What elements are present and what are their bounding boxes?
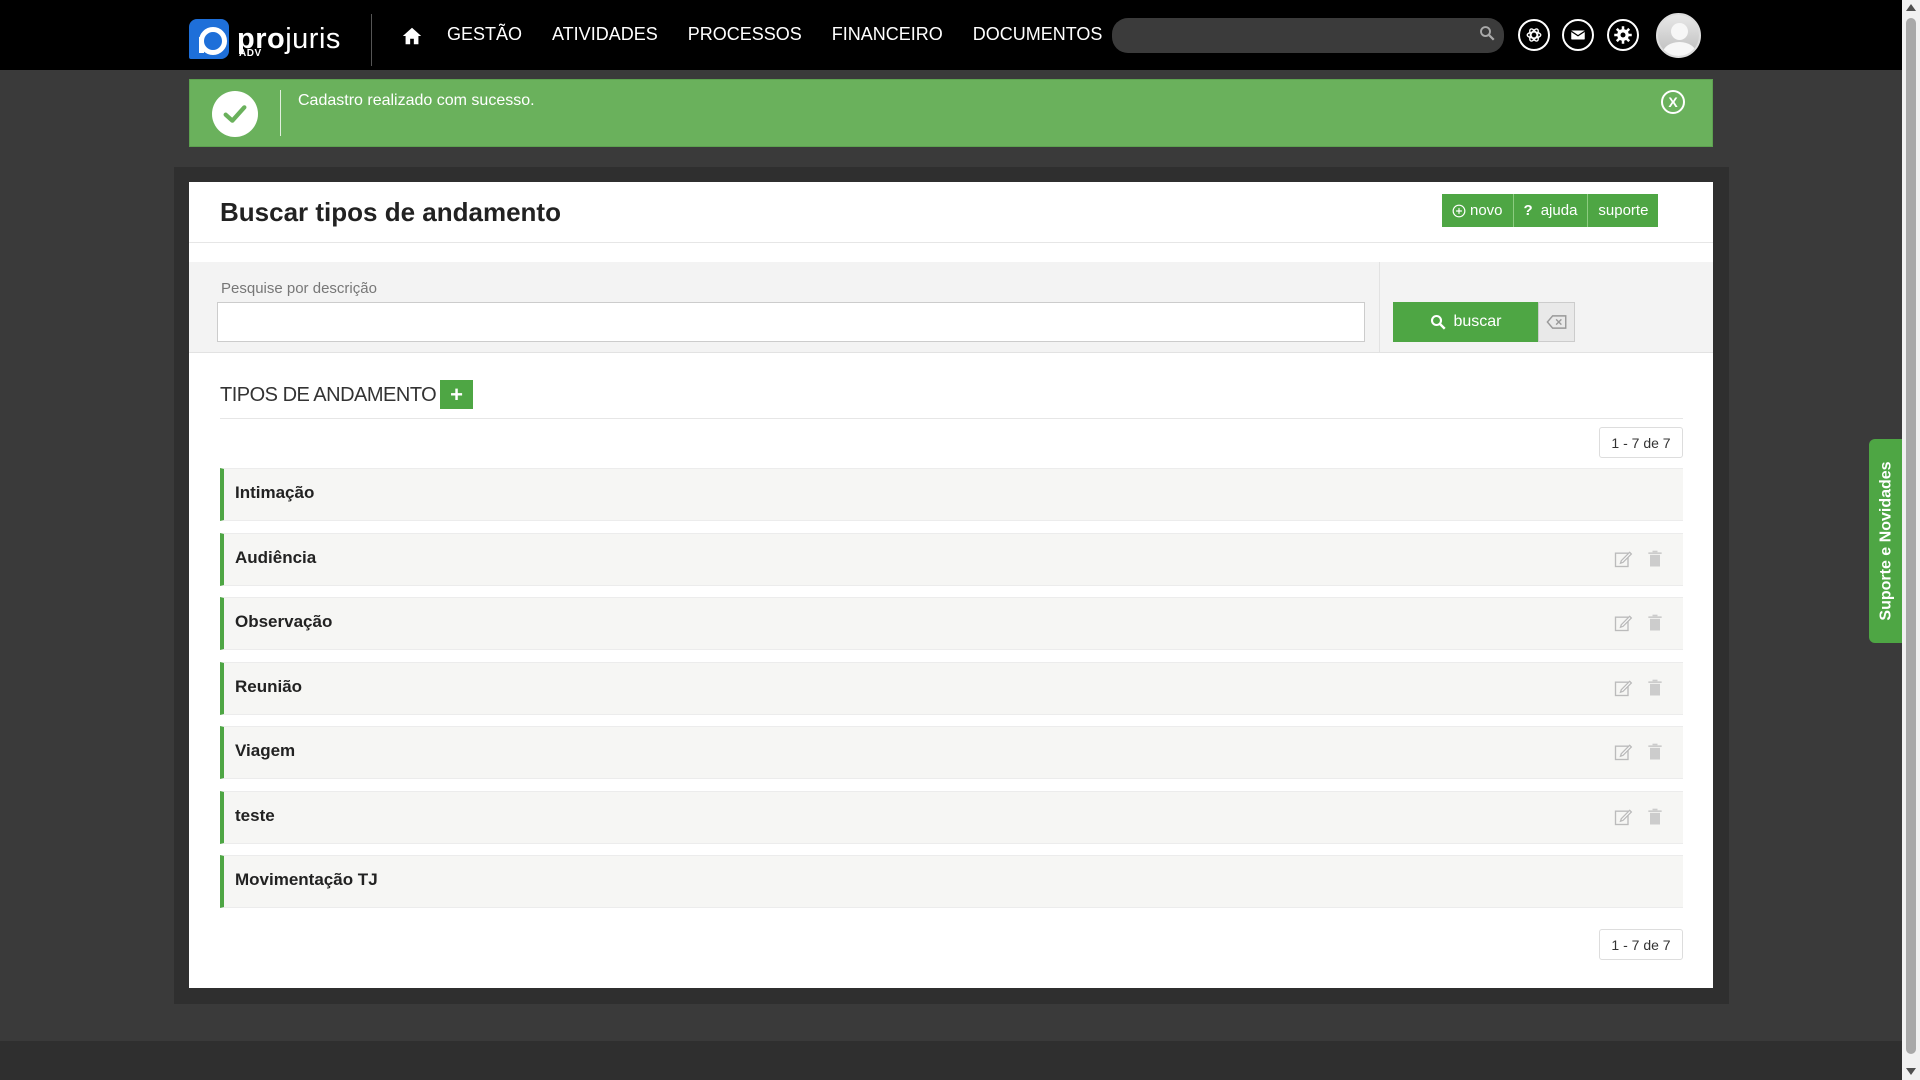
search-icon[interactable] bbox=[1478, 24, 1496, 42]
main-panel: Buscar tipos de andamento novo ? ajuda s… bbox=[189, 182, 1713, 988]
scroll-thumb[interactable] bbox=[1906, 18, 1916, 1054]
list-item-label: Reunião bbox=[235, 676, 303, 696]
check-icon bbox=[212, 91, 258, 137]
support-button-label: suporte bbox=[1598, 202, 1649, 219]
list-item-label: Intimação bbox=[235, 483, 315, 502]
trash-icon[interactable] bbox=[1645, 678, 1665, 698]
list-item[interactable]: teste bbox=[220, 790, 1683, 844]
list-item-label: Movimentação TJ bbox=[235, 870, 378, 889]
settings-button[interactable] bbox=[1607, 19, 1639, 51]
vertical-scrollbar[interactable] bbox=[1902, 0, 1920, 1080]
nav-item-gestao[interactable]: GESTÃO bbox=[447, 24, 522, 45]
add-type-button[interactable]: + bbox=[440, 380, 473, 409]
list-item[interactable]: Audiência bbox=[220, 532, 1683, 586]
banner-message: Cadastro realizado com sucesso. bbox=[298, 92, 535, 109]
new-button[interactable]: novo bbox=[1442, 194, 1514, 227]
banner-divider bbox=[280, 90, 281, 136]
pagination-bottom: 1 - 7 de 7 bbox=[1599, 929, 1683, 960]
list-item-label: Audiência bbox=[235, 547, 317, 567]
help-button[interactable]: ? ajuda bbox=[1513, 194, 1589, 227]
nav-item-documentos[interactable]: DOCUMENTOS bbox=[973, 24, 1103, 45]
plus-circle-icon bbox=[1452, 204, 1466, 217]
openai-icon bbox=[1526, 28, 1542, 42]
section-title: TIPOS DE ANDAMENTO bbox=[220, 384, 437, 406]
integrations-button[interactable] bbox=[1518, 19, 1550, 51]
trash-icon[interactable] bbox=[1645, 807, 1665, 827]
section-divider bbox=[220, 418, 1683, 419]
description-filter-label: Pesquise por descrição bbox=[221, 280, 377, 297]
title-divider bbox=[189, 242, 1713, 243]
trash-icon[interactable] bbox=[1645, 742, 1665, 762]
list-item[interactable]: Intimação bbox=[220, 468, 1683, 521]
edit-icon[interactable] bbox=[1613, 678, 1633, 698]
user-avatar[interactable] bbox=[1656, 13, 1701, 58]
projuris-logo[interactable]: projuris ADV bbox=[189, 16, 367, 62]
support-button[interactable]: suporte bbox=[1588, 194, 1659, 227]
page-title: Buscar tipos de andamento bbox=[220, 197, 561, 227]
clear-filter-button[interactable] bbox=[1538, 302, 1575, 342]
global-search-input[interactable] bbox=[1112, 18, 1504, 53]
success-banner: Cadastro realizado com sucesso. X bbox=[189, 79, 1713, 147]
list-item[interactable]: Reunião bbox=[220, 661, 1683, 715]
scroll-up-arrow-icon[interactable] bbox=[1906, 4, 1916, 11]
search-button-label: buscar bbox=[1453, 313, 1502, 330]
main-nav: GESTÃO ATIVIDADES PROCESSOS FINANCEIRO D… bbox=[447, 24, 1132, 45]
mail-icon bbox=[1570, 30, 1586, 40]
list-item[interactable]: Observação bbox=[220, 597, 1683, 650]
edit-icon[interactable] bbox=[1613, 742, 1633, 762]
scroll-down-arrow-icon[interactable] bbox=[1906, 1068, 1916, 1075]
edit-icon[interactable] bbox=[1613, 613, 1633, 633]
list-item-label: Viagem bbox=[235, 741, 296, 760]
support-news-tab[interactable]: Suporte e Novidades bbox=[1869, 439, 1904, 643]
home-icon[interactable] bbox=[401, 25, 423, 47]
support-news-label: Suporte e Novidades bbox=[1877, 461, 1895, 621]
description-filter-input[interactable] bbox=[217, 302, 1365, 342]
help-button-label: ajuda bbox=[1540, 202, 1578, 219]
filter-divider bbox=[1379, 262, 1380, 353]
page-actions: novo ? ajuda suporte bbox=[1442, 194, 1659, 227]
types-list: Intimação Audiência Observação Reunião V… bbox=[220, 468, 1683, 920]
magnifier-icon bbox=[1431, 314, 1447, 330]
search-button[interactable]: buscar bbox=[1393, 302, 1538, 342]
list-item[interactable]: Viagem bbox=[220, 726, 1683, 779]
logo-subtitle: ADV bbox=[239, 48, 262, 59]
projuris-logo-mark bbox=[189, 19, 229, 59]
edit-icon[interactable] bbox=[1613, 549, 1633, 569]
question-icon: ? bbox=[1523, 202, 1533, 219]
footer-band bbox=[0, 1041, 1902, 1080]
search-filter: Pesquise por descrição buscar bbox=[189, 262, 1713, 353]
top-navbar: projuris ADV GESTÃO ATIVIDADES PROCESSOS… bbox=[0, 0, 1902, 70]
backspace-icon bbox=[1545, 315, 1566, 329]
pagination-top: 1 - 7 de 7 bbox=[1599, 427, 1683, 458]
new-button-label: novo bbox=[1470, 202, 1503, 219]
nav-divider bbox=[371, 14, 372, 66]
nav-item-financeiro[interactable]: FINANCEIRO bbox=[832, 24, 943, 45]
trash-icon[interactable] bbox=[1645, 613, 1665, 633]
nav-item-atividades[interactable]: ATIVIDADES bbox=[552, 24, 658, 45]
list-item-label: teste bbox=[235, 805, 275, 825]
edit-icon[interactable] bbox=[1613, 807, 1633, 827]
messages-button[interactable] bbox=[1562, 19, 1594, 51]
trash-icon[interactable] bbox=[1645, 549, 1665, 569]
nav-item-processos[interactable]: PROCESSOS bbox=[688, 24, 802, 45]
list-item-label: Observação bbox=[235, 612, 333, 631]
gear-icon bbox=[1614, 26, 1632, 44]
banner-close-button[interactable]: X bbox=[1661, 90, 1685, 114]
list-item[interactable]: Movimentação TJ bbox=[220, 855, 1683, 908]
